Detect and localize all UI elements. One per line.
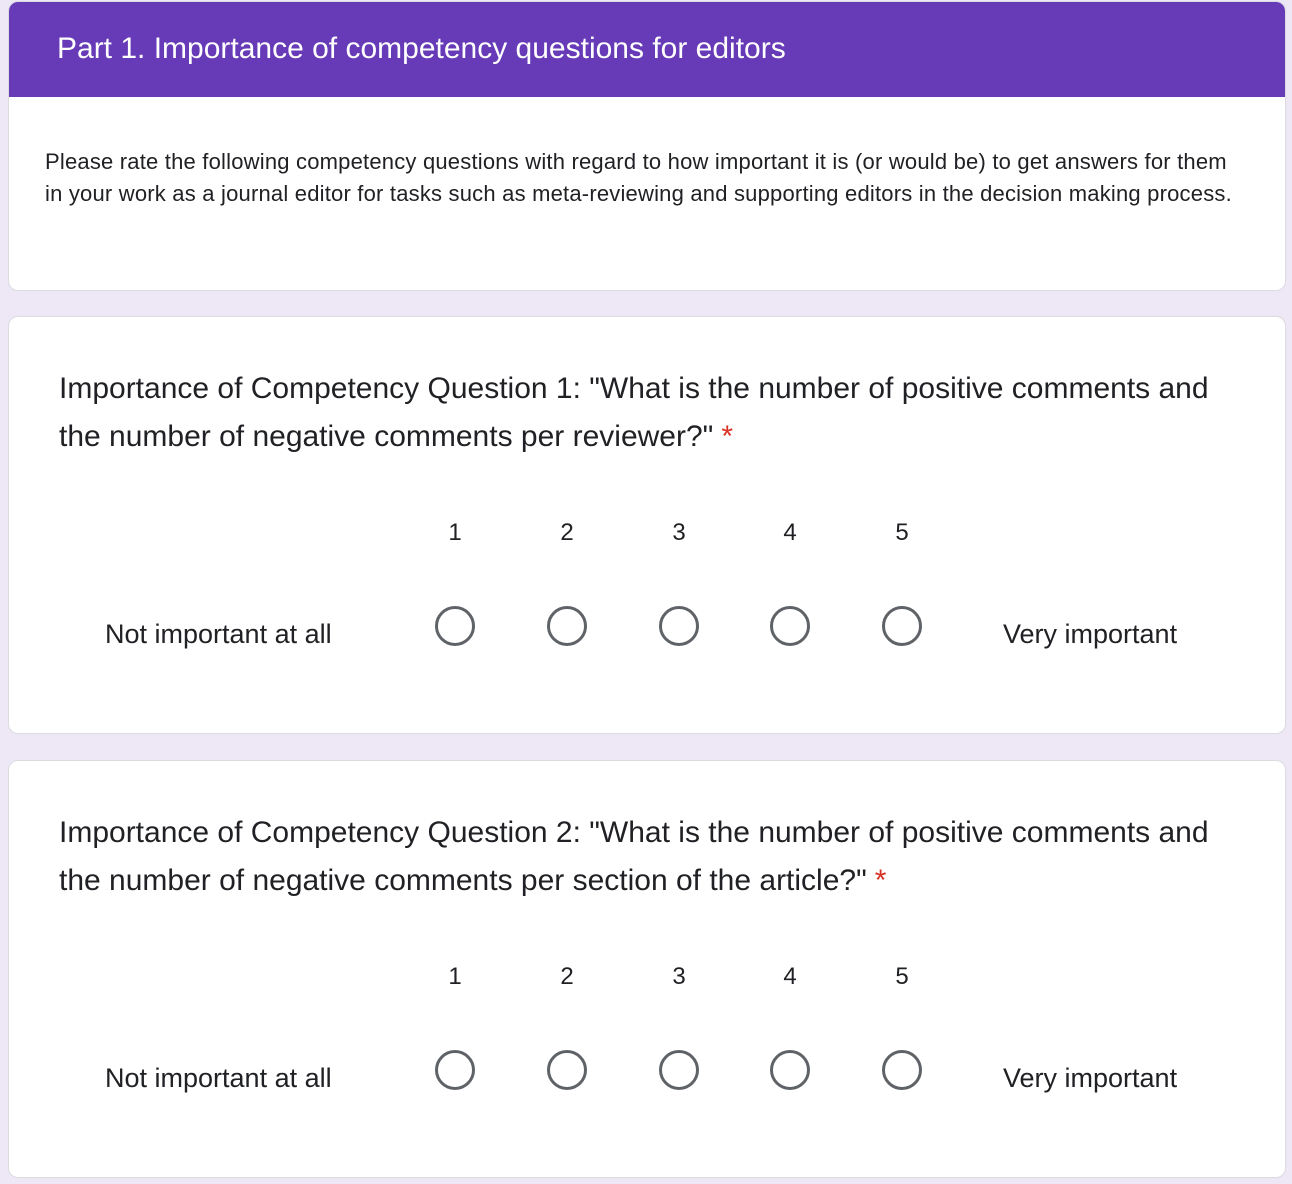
question-title: Importance of Competency Question 2: "Wh… bbox=[59, 809, 1239, 905]
scale-label-4: 4 bbox=[783, 519, 797, 546]
required-asterisk: * bbox=[874, 864, 887, 897]
section-card: Part 1. Importance of competency questio… bbox=[8, 1, 1286, 291]
scale-label-1: 1 bbox=[448, 963, 462, 990]
radio-option-1[interactable] bbox=[435, 1050, 475, 1090]
section-title: Part 1. Importance of competency questio… bbox=[9, 2, 1285, 97]
scale-label-3: 3 bbox=[672, 963, 686, 990]
radio-option-3[interactable] bbox=[659, 1050, 699, 1090]
scale-label-2: 2 bbox=[560, 519, 574, 546]
scale-high-label: Very important bbox=[1003, 1063, 1178, 1093]
question-title-text: Importance of Competency Question 2: "Wh… bbox=[59, 816, 1209, 897]
scale-label-2: 2 bbox=[560, 963, 574, 990]
scale-label-4: 4 bbox=[783, 963, 797, 990]
radio-option-5[interactable] bbox=[882, 1050, 922, 1090]
scale-low-label: Not important at all bbox=[105, 619, 332, 649]
question-title: Importance of Competency Question 1: "Wh… bbox=[59, 365, 1239, 461]
scale-low-label: Not important at all bbox=[105, 1063, 332, 1093]
radio-option-4[interactable] bbox=[770, 606, 810, 646]
scale-label-5: 5 bbox=[895, 963, 909, 990]
question-card-1: Importance of Competency Question 1: "Wh… bbox=[8, 316, 1286, 734]
radio-option-3[interactable] bbox=[659, 606, 699, 646]
radio-option-2[interactable] bbox=[547, 606, 587, 646]
question-card-2: Importance of Competency Question 2: "Wh… bbox=[8, 760, 1286, 1178]
radio-option-2[interactable] bbox=[547, 1050, 587, 1090]
scale-high-label: Very important bbox=[1003, 619, 1178, 649]
scale-label-3: 3 bbox=[672, 519, 686, 546]
radio-option-1[interactable] bbox=[435, 606, 475, 646]
scale-label-1: 1 bbox=[448, 519, 462, 546]
section-description: Please rate the following competency que… bbox=[45, 149, 1232, 206]
radio-option-5[interactable] bbox=[882, 606, 922, 646]
question-title-text: Importance of Competency Question 1: "Wh… bbox=[59, 372, 1209, 453]
required-asterisk: * bbox=[721, 420, 733, 453]
scale-label-5: 5 bbox=[895, 519, 909, 546]
radio-option-4[interactable] bbox=[770, 1050, 810, 1090]
